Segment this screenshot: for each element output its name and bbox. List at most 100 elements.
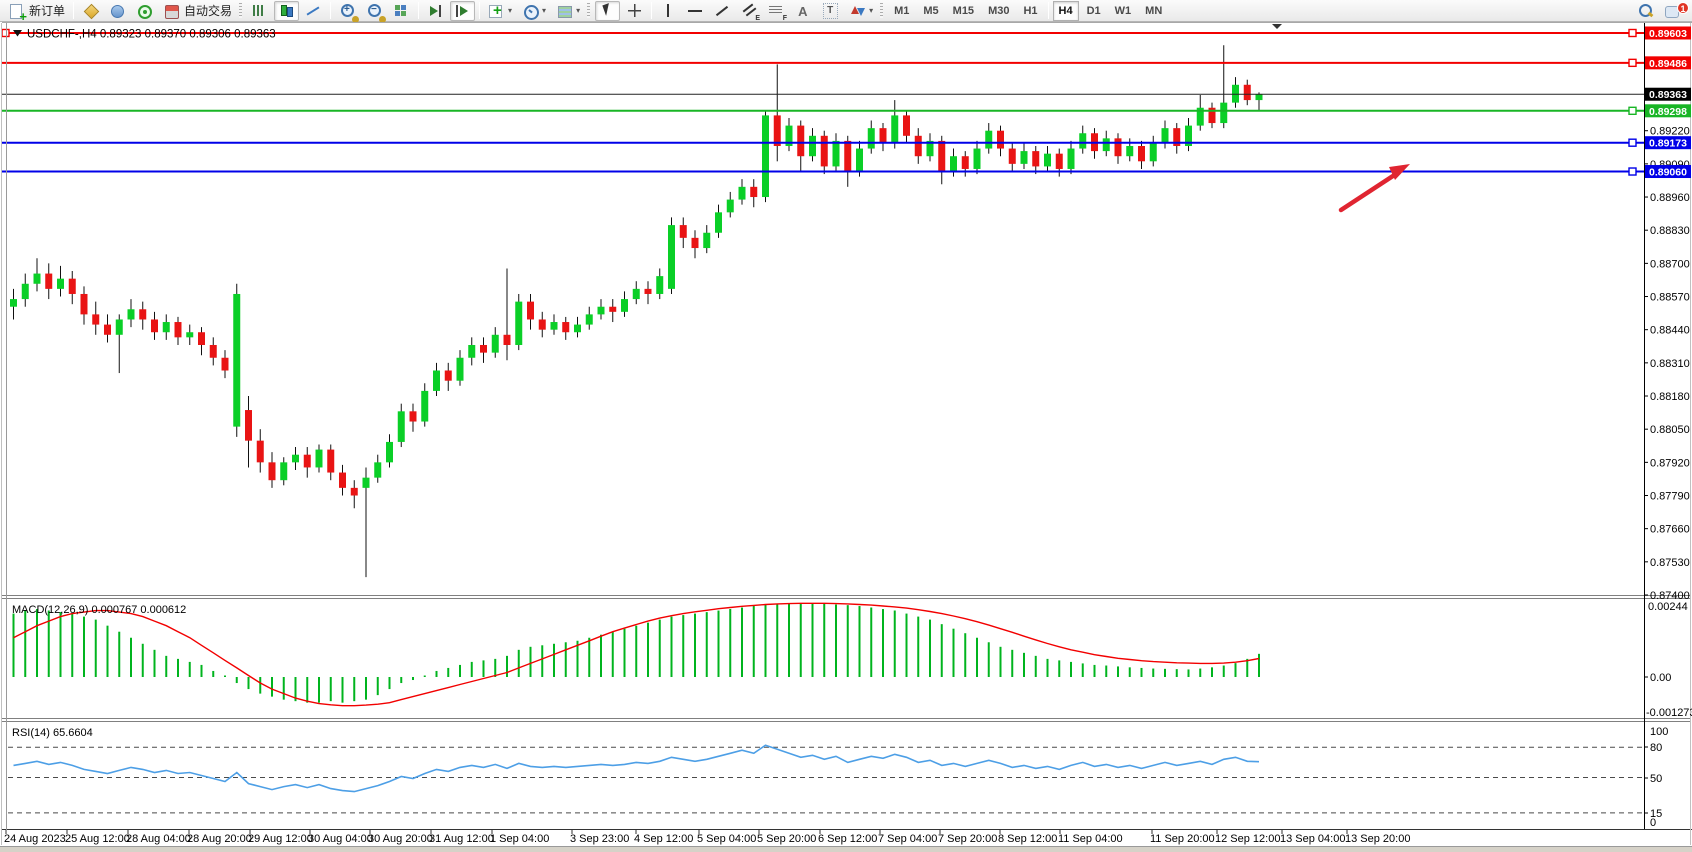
- vertical-line-icon: [660, 3, 677, 19]
- price-badge-text: 0.89603: [1649, 28, 1687, 40]
- time-axis-label: 13 Sep 04:00: [1280, 833, 1345, 845]
- rsi-pane[interactable]: [8, 722, 1644, 828]
- time-axis-label: 3 Sep 23:00: [570, 833, 629, 845]
- time-axis-label: 30 Aug 20:00: [368, 833, 433, 845]
- rsi-axis-label: 80: [1650, 742, 1662, 754]
- time-axis-label: 30 Aug 04:00: [308, 833, 373, 845]
- price-tick: 0.88830: [1650, 225, 1690, 237]
- vertical-line-button[interactable]: [656, 1, 681, 21]
- time-axis-label: 11 Sep 04:00: [1058, 833, 1123, 845]
- zoom-out-icon: [366, 3, 383, 19]
- price-tick: 0.87530: [1650, 557, 1690, 569]
- line-chart-icon: [305, 3, 322, 19]
- candlestick-chart-button[interactable]: [274, 1, 299, 21]
- new-order-button[interactable]: 新订单: [4, 1, 69, 21]
- auto-scroll-button[interactable]: [423, 1, 448, 21]
- channel-button[interactable]: [737, 1, 762, 21]
- macd-label: MACD(12,26,9) 0.000767 0.000612: [12, 604, 186, 616]
- toolbar-right: 1: [1632, 0, 1686, 22]
- timeframe-H1[interactable]: H1: [1017, 1, 1043, 21]
- cursor-icon: [599, 3, 616, 19]
- bottom-strip: [0, 846, 1692, 852]
- tile-windows-button[interactable]: [389, 1, 414, 21]
- periods-button[interactable]: [518, 1, 550, 21]
- timeframe-M5[interactable]: M5: [917, 1, 944, 21]
- auto-trading-icon: [163, 3, 180, 19]
- cursor-button[interactable]: [595, 1, 620, 21]
- time-axis-label: 8 Sep 12:00: [998, 833, 1057, 845]
- price-tick: 0.88180: [1650, 391, 1690, 403]
- timeframe-D1[interactable]: D1: [1081, 1, 1107, 21]
- templates-button[interactable]: [552, 1, 584, 21]
- main-chart-pane[interactable]: [8, 23, 1644, 595]
- price-badge-0.89060: 0.89060: [1645, 165, 1691, 179]
- text-label-button[interactable]: [818, 1, 843, 21]
- time-axis-label: 24 Aug 2023: [4, 833, 66, 845]
- toolbar-grip[interactable]: [587, 3, 590, 18]
- timeframe-M15[interactable]: M15: [947, 1, 980, 21]
- metaeditor-button[interactable]: [78, 1, 103, 21]
- crosshair-button[interactable]: [622, 1, 647, 21]
- toolbar-grip[interactable]: [880, 3, 883, 18]
- time-axis-label: 13 Sep 20:00: [1345, 833, 1410, 845]
- text-button[interactable]: [791, 1, 816, 21]
- timeframe-M30[interactable]: M30: [982, 1, 1015, 21]
- time-axis-label: 31 Aug 12:00: [429, 833, 494, 845]
- toolbar-grip[interactable]: [239, 3, 242, 18]
- price-badge-0.89173: 0.89173: [1645, 136, 1691, 150]
- arrows-button[interactable]: [845, 1, 877, 21]
- price-badge-text: 0.89060: [1649, 167, 1687, 179]
- timeframe-W1[interactable]: W1: [1109, 1, 1138, 21]
- chart-shift-button[interactable]: [450, 1, 475, 21]
- terminal-button[interactable]: [105, 1, 130, 21]
- rsi-axis-label: 100: [1650, 726, 1668, 738]
- time-axis-label: 25 Aug 12:00: [65, 833, 130, 845]
- time-axis-label: 5 Sep 20:00: [757, 833, 816, 845]
- timeframe-H4[interactable]: H4: [1053, 1, 1079, 21]
- bar-chart-icon: [251, 3, 268, 19]
- timeframe-M1[interactable]: M1: [888, 1, 915, 21]
- rsi-label: RSI(14) 65.6604: [12, 727, 93, 739]
- metaeditor-icon: [82, 3, 99, 19]
- chart-title: USDCHF-,H4 0.89323 0.89370 0.89306 0.893…: [27, 29, 276, 41]
- price-badge-0.89363: 0.89363: [1645, 88, 1691, 102]
- notifications-button[interactable]: 1: [1660, 1, 1685, 21]
- macd-pane[interactable]: [8, 599, 1644, 718]
- signals-button[interactable]: [132, 1, 157, 21]
- horizontal-line-icon: [687, 3, 704, 19]
- line-chart-button[interactable]: [301, 1, 326, 21]
- time-axis-label: 12 Sep 12:00: [1215, 833, 1280, 845]
- search-button[interactable]: [1633, 1, 1658, 21]
- template-icon: [556, 3, 573, 19]
- toolbar-separator: [330, 2, 331, 19]
- arrow-objects-icon: [849, 3, 866, 19]
- toolbar-separator: [418, 2, 419, 19]
- indicators-button[interactable]: [484, 1, 516, 21]
- notification-badge: 1: [1677, 2, 1689, 14]
- toolbar-buttons: 新订单 自动交易 M1M5M15M30H1 H4D1W1MN: [3, 1, 1169, 21]
- text-label-icon: [822, 3, 839, 19]
- macd-axis-zero: 0.00: [1650, 672, 1671, 684]
- time-axis-label: 28 Aug 04:00: [126, 833, 191, 845]
- time-axis-label: 7 Sep 04:00: [878, 833, 937, 845]
- horizontal-line-button[interactable]: [683, 1, 708, 21]
- rsi-axis-label: 50: [1650, 773, 1662, 785]
- clock-icon: [522, 3, 539, 19]
- price-tick: 0.87920: [1650, 457, 1690, 469]
- price-tick: 0.88310: [1650, 358, 1690, 370]
- add-indicator-icon: [488, 3, 505, 19]
- bar-chart-button[interactable]: [247, 1, 272, 21]
- time-axis-label: 4 Sep 12:00: [634, 833, 693, 845]
- price-badge-text: 0.89298: [1649, 106, 1687, 118]
- price-badge-0.89298: 0.89298: [1645, 104, 1691, 118]
- timeframe-MN[interactable]: MN: [1139, 1, 1168, 21]
- chart-window[interactable]: USDCHF-,H4 0.89323 0.89370 0.89306 0.893…: [0, 22, 1692, 846]
- macd-axis-min: -0.001273: [1646, 707, 1692, 719]
- mt4-window: 新订单 自动交易 M1M5M15M30H1 H4D1W1MN 1 USDCHF-,H4…: [0, 0, 1692, 852]
- fibonacci-button[interactable]: [764, 1, 789, 21]
- trendline-button[interactable]: [710, 1, 735, 21]
- chart-canvas[interactable]: USDCHF-,H4 0.89323 0.89370 0.89306 0.893…: [0, 22, 1692, 846]
- auto-trading-button[interactable]: 自动交易: [159, 1, 236, 21]
- zoom-in-button[interactable]: [335, 1, 360, 21]
- zoom-out-button[interactable]: [362, 1, 387, 21]
